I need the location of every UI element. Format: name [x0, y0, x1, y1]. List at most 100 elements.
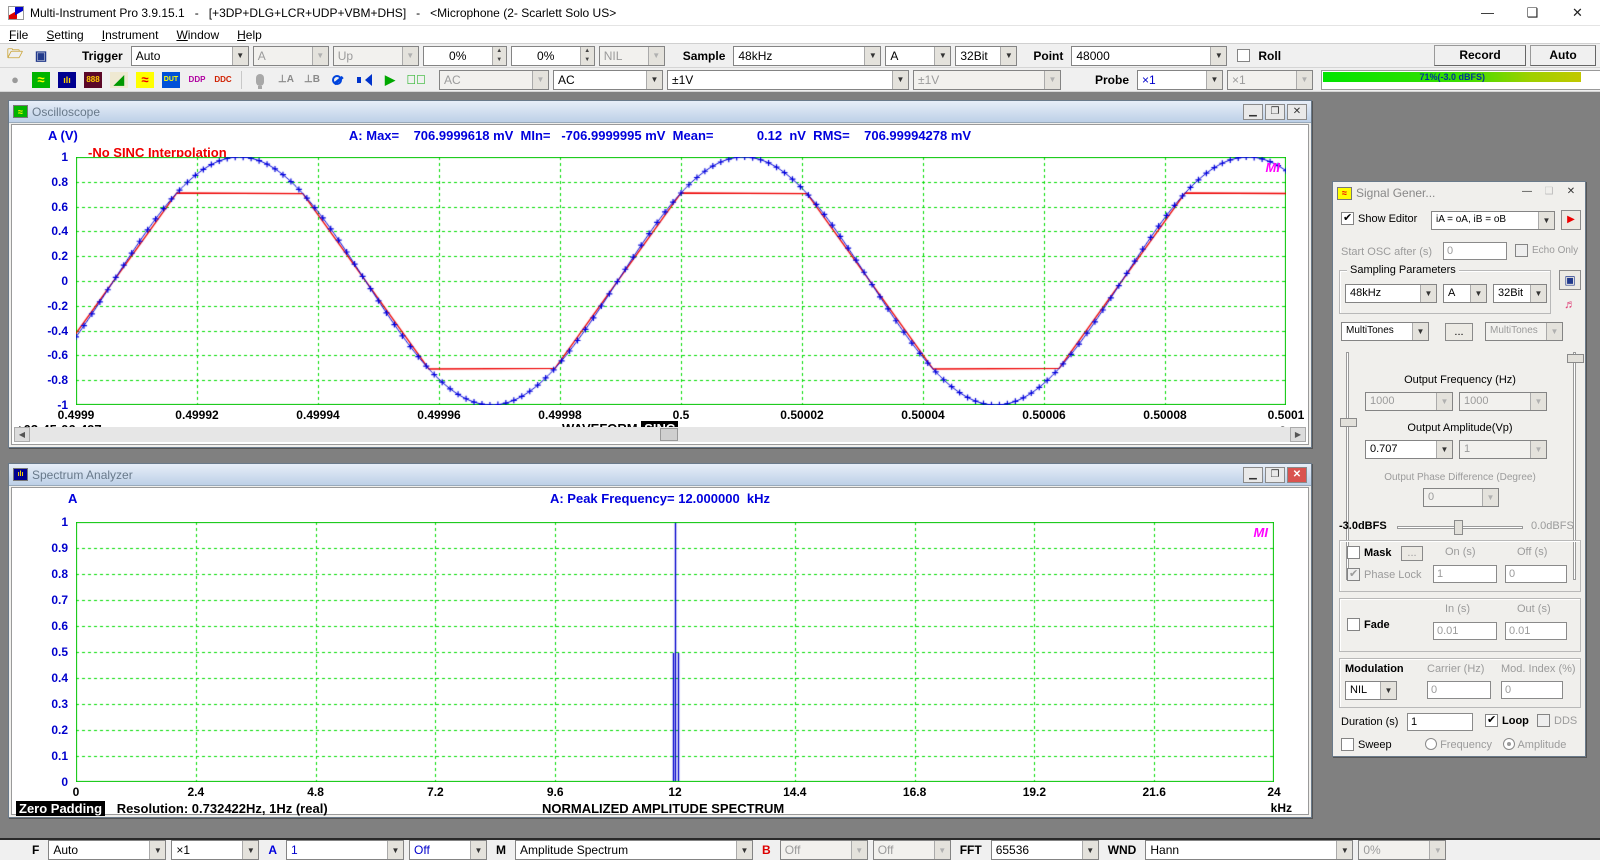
- amp-a-combo[interactable]: 0.707▼: [1365, 440, 1453, 459]
- run-icon[interactable]: ▶: [379, 70, 401, 90]
- spectrum-close-button[interactable]: ✕: [1287, 467, 1307, 483]
- a-gain-combo[interactable]: 1▼: [286, 840, 404, 860]
- mask-checkbox[interactable]: [1347, 546, 1360, 559]
- ground-b-icon[interactable]: ⊥B: [301, 70, 323, 90]
- b-processing-combo[interactable]: Off▼: [873, 840, 951, 860]
- roll-checkbox[interactable]: Roll: [1237, 49, 1285, 63]
- spectrum-minimize-button[interactable]: ▁: [1243, 467, 1263, 483]
- fade-in-input[interactable]: 0.01: [1433, 622, 1497, 640]
- open-file-icon[interactable]: 🗁: [4, 46, 26, 66]
- spectrum-title-bar[interactable]: ılı Spectrum Analyzer ▁ ❐ ✕: [9, 464, 1311, 486]
- spectrum-restore-button[interactable]: ❐: [1265, 467, 1285, 483]
- spectrum-analyzer-icon[interactable]: ılı: [56, 70, 78, 90]
- a-processing-combo[interactable]: Off▼: [409, 840, 487, 860]
- sample-bits-combo[interactable]: 32Bit▼: [955, 46, 1017, 66]
- signal-generator-icon[interactable]: ≈: [134, 70, 156, 90]
- b-gain-combo[interactable]: Off▼: [780, 840, 868, 860]
- fft-size-combo[interactable]: 65536▼: [991, 840, 1099, 860]
- record-button[interactable]: Record: [1434, 45, 1526, 66]
- scroll-thumb[interactable]: [660, 428, 678, 441]
- signal-generator-play-button[interactable]: ▶: [1561, 210, 1581, 230]
- app-minimize-button[interactable]: —: [1465, 0, 1510, 26]
- amp-b-combo[interactable]: 1▼: [1459, 440, 1547, 459]
- coupling-a-combo[interactable]: AC▼: [439, 70, 549, 90]
- app-maximize-button[interactable]: ❑: [1510, 0, 1555, 26]
- mask-off-input[interactable]: 0: [1505, 565, 1567, 583]
- window-function-combo[interactable]: Hann▼: [1145, 840, 1353, 860]
- save-file-icon[interactable]: ▣: [30, 46, 52, 66]
- scroll-left-button[interactable]: ◀: [14, 427, 30, 442]
- start-osc-input[interactable]: 0: [1443, 242, 1507, 260]
- ddp-viewer-icon[interactable]: DDP: [186, 70, 208, 90]
- menu-window[interactable]: Window: [167, 27, 228, 43]
- trigger-rejection-combo[interactable]: NIL▼: [599, 46, 665, 66]
- dbfs-slider-thumb[interactable]: [1454, 520, 1463, 535]
- probe-b-combo[interactable]: ×1▼: [1227, 70, 1313, 90]
- frequency-radio[interactable]: [1425, 738, 1437, 750]
- trigger-delay-spinner[interactable]: 0%▲▼: [511, 46, 595, 66]
- x-multiplier-combo[interactable]: ×1▼: [171, 840, 259, 860]
- sg-bits-combo[interactable]: 32Bit▼: [1493, 284, 1547, 303]
- carrier-input[interactable]: 0: [1427, 681, 1491, 699]
- echo-only-checkbox[interactable]: [1515, 244, 1528, 257]
- auto-button[interactable]: Auto: [1530, 45, 1596, 66]
- ground-a-icon[interactable]: ⊥A: [275, 70, 297, 90]
- modulation-combo[interactable]: NIL▼: [1345, 681, 1397, 700]
- overlap-combo[interactable]: 0%▼: [1358, 840, 1446, 860]
- range-a-combo[interactable]: ±1V▼: [667, 70, 909, 90]
- probe-a-combo[interactable]: ×1▼: [1137, 70, 1223, 90]
- derived-data-curve-icon[interactable]: DDC: [212, 70, 234, 90]
- scroll-right-button[interactable]: ▶: [1290, 427, 1306, 442]
- oscilloscope-scrollbar[interactable]: ◀ ▶: [14, 427, 1306, 442]
- sample-rate-combo[interactable]: 48kHz▼: [733, 46, 881, 66]
- fade-checkbox[interactable]: [1347, 618, 1360, 631]
- run-continuous-icon[interactable]: ▶⃘: [405, 70, 427, 90]
- dbfs-slider-track[interactable]: [1397, 526, 1523, 529]
- device-test-plan-icon[interactable]: DUT: [160, 70, 182, 90]
- freq-a-combo[interactable]: 1000▼: [1365, 392, 1453, 411]
- trigger-mode-combo[interactable]: Auto▼: [131, 46, 249, 66]
- dds-checkbox[interactable]: [1537, 714, 1550, 727]
- point-combo[interactable]: 48000▼: [1071, 46, 1227, 66]
- fade-out-input[interactable]: 0.01: [1505, 622, 1567, 640]
- calibration-icon[interactable]: [327, 70, 349, 90]
- phase-lock-checkbox[interactable]: [1347, 568, 1360, 581]
- spectrum-mode-combo[interactable]: Amplitude Spectrum▼: [515, 840, 753, 860]
- spectrum-3d-plot-icon[interactable]: ◢: [108, 70, 130, 90]
- sweep-checkbox[interactable]: [1341, 738, 1354, 751]
- trigger-edge-combo[interactable]: Up▼: [333, 46, 419, 66]
- sg-channel-combo[interactable]: A▼: [1443, 284, 1487, 303]
- sample-channel-combo[interactable]: A▼: [885, 46, 951, 66]
- freq-b-combo[interactable]: 1000▼: [1459, 392, 1547, 411]
- oscilloscope-close-button[interactable]: ✕: [1287, 104, 1307, 120]
- record-indicator-icon[interactable]: ●: [4, 70, 26, 90]
- wave-more-button[interactable]: ...: [1445, 323, 1473, 341]
- loop-checkbox[interactable]: [1485, 714, 1498, 727]
- wave-a-combo[interactable]: MultiTones▼: [1341, 322, 1429, 341]
- amplitude-radio[interactable]: [1503, 738, 1515, 750]
- menu-help[interactable]: Help: [228, 27, 271, 43]
- mod-index-input[interactable]: 0: [1501, 681, 1563, 699]
- frequency-axis-combo[interactable]: Auto▼: [48, 840, 166, 860]
- show-editor-checkbox[interactable]: [1341, 212, 1354, 225]
- zero-padding-tag[interactable]: Zero Padding: [16, 801, 105, 816]
- signal-generator-title-bar[interactable]: ≈ Signal Gener... — ❑ ✕: [1333, 182, 1585, 204]
- amplitude-fader-b-thumb[interactable]: [1567, 354, 1584, 363]
- mask-more-button[interactable]: ...: [1401, 546, 1423, 561]
- oscilloscope-minimize-button[interactable]: ▁: [1243, 104, 1263, 120]
- range-b-combo[interactable]: ±1V▼: [913, 70, 1061, 90]
- menu-instrument[interactable]: Instrument: [93, 27, 168, 43]
- signal-generator-close-button[interactable]: ✕: [1561, 185, 1581, 201]
- sg-sample-rate-combo[interactable]: 48kHz▼: [1345, 284, 1437, 303]
- microphone-icon[interactable]: [249, 70, 271, 90]
- multimeter-icon[interactable]: 888: [82, 70, 104, 90]
- mask-on-input[interactable]: 1: [1433, 565, 1497, 583]
- oscilloscope-title-bar[interactable]: ≈ Oscilloscope ▁ ❐ ✕: [9, 101, 1311, 123]
- menu-file[interactable]: File: [0, 27, 37, 43]
- oscilloscope-icon[interactable]: ≈: [30, 70, 52, 90]
- sound-device-icon[interactable]: [353, 70, 375, 90]
- trigger-source-combo[interactable]: A▼: [253, 46, 329, 66]
- coupling-b-combo[interactable]: AC▼: [553, 70, 663, 90]
- sg-note-icon[interactable]: ♬: [1559, 294, 1581, 314]
- oscilloscope-restore-button[interactable]: ❐: [1265, 104, 1285, 120]
